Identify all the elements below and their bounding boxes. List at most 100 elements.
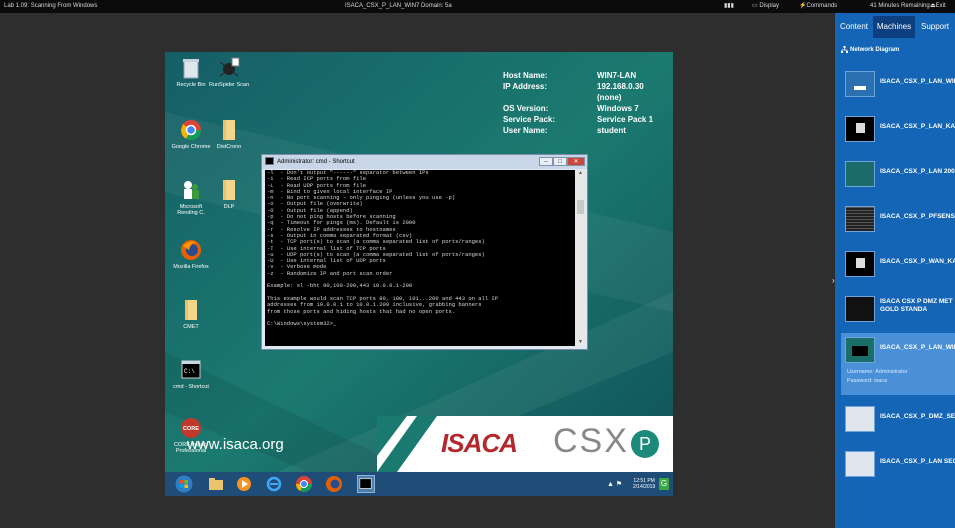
machine-item[interactable]: ISACA_CSX_P_LAN_KALI <box>841 112 955 152</box>
panel-tabs: Content Machines Support <box>835 16 955 38</box>
machine-thumbnail <box>845 406 875 432</box>
svg-text:C:\: C:\ <box>184 368 195 375</box>
machine-item-selected[interactable]: ISACA_CSX_P_LAN_WIN Username: Administra… <box>841 333 955 395</box>
network-icon <box>841 46 848 53</box>
csx-p-letter: P <box>638 434 651 454</box>
cmd-scrollbar[interactable]: ▲ ▼ <box>576 170 585 346</box>
machine-name: ISACA CSX P DMZ MET GOLD STANDA <box>880 298 953 313</box>
icon-label: Mozilla Firefox <box>173 264 209 270</box>
os-version-value: Windows 7 <box>597 104 639 113</box>
icon-label: DLP <box>223 204 235 210</box>
user-name-value: student <box>597 126 626 135</box>
machine-item[interactable]: ISACA_CSX_P_LAN 2008 <box>841 157 955 197</box>
machine-item[interactable]: ISACA_CSX_P_DMZ_SECI <box>841 402 955 442</box>
ip-none-value: (none) <box>597 93 622 102</box>
machine-item[interactable]: ISACA_CSX_P_LAN SECO <box>841 447 955 487</box>
firefox-taskbar-icon[interactable] <box>325 475 343 493</box>
blank-label <box>503 92 555 103</box>
machine-password: Password: isaca <box>847 378 888 384</box>
machine-name: ISACA_CSX_P_WAN_KAL <box>880 258 955 265</box>
exit-label: Exit <box>935 3 946 9</box>
machine-name: ISACA_CSX_P_DMZ_SECI <box>880 413 955 420</box>
session-title: ISACA_CSX_P_LAN_WIN7 Domain: 5a <box>345 3 452 9</box>
cmet-icon[interactable]: CMET <box>169 298 213 330</box>
network-diagram-link[interactable]: Network Diagram <box>841 46 899 53</box>
sysinfo-values: WIN7-LAN 192.168.0.30 (none) Windows 7 S… <box>597 70 653 136</box>
icon-label: cmd - Shortcut <box>173 384 209 390</box>
icon-label: Microsoft Rending C. <box>177 204 205 216</box>
sync-icon: G <box>659 478 669 490</box>
machine-item[interactable]: ISACA CSX P DMZ MET GOLD STANDA <box>841 292 955 332</box>
folder-icon <box>185 300 197 320</box>
network-diagram-label: Network Diagram <box>850 47 900 54</box>
session-top-bar: Lab 1.09: Scanning From Windows ISACA_CS… <box>0 0 955 13</box>
tab-machines[interactable]: Machines <box>873 16 915 38</box>
clock-date: 2/14/2019 <box>633 484 656 490</box>
machine-name: ISACA_CSX_P_LAN_KALI <box>880 123 955 130</box>
icon-label: RunSpider Scan <box>208 82 250 88</box>
close-button[interactable]: ✕ <box>567 157 585 166</box>
explorer-taskbar-icon[interactable] <box>207 475 225 493</box>
scroll-up-arrow[interactable]: ▲ <box>576 170 585 177</box>
runspider-icon[interactable]: RunSpider Scan <box>207 56 251 88</box>
machine-item[interactable]: ISACA_CSX_P_PFSENSE <box>841 202 955 242</box>
svg-text:CORE: CORE <box>183 426 199 432</box>
display-label: Display <box>759 3 780 9</box>
cmd-output[interactable]: -l - Don't output "------" separator bet… <box>265 170 575 346</box>
machine-username: Username: Administrator <box>847 369 908 375</box>
spider-icon <box>219 57 240 77</box>
vm-desktop[interactable]: Recycle Bin RunSpider Scan Google Chrome… <box>165 52 673 496</box>
icon-label: Google Chrome <box>171 144 211 150</box>
machine-thumbnail <box>845 296 875 322</box>
isaca-banner: ISACA CSX P <box>377 416 673 472</box>
ip-address-value: 192.168.0.30 <box>597 82 644 91</box>
trash-icon <box>183 59 199 79</box>
machine-thumbnail <box>845 337 875 363</box>
host-name-label: Host Name: <box>503 71 548 80</box>
user-name-label: User Name: <box>503 126 548 135</box>
folder-icon <box>223 180 235 200</box>
chrome-logo-icon <box>180 120 202 141</box>
machine-item[interactable]: ISACA_CSX_P_WAN_KAL <box>841 247 955 287</box>
taskbar: ▲ ⚑ 12:51 PM 2/14/2019 G <box>165 472 673 496</box>
chrome-logo-icon <box>296 476 312 492</box>
distcrono-icon[interactable]: DistCrono <box>207 118 251 150</box>
lab-title: Lab 1.09: Scanning From Windows <box>4 3 98 9</box>
scroll-down-arrow[interactable]: ▼ <box>576 339 585 346</box>
scroll-thumb[interactable] <box>577 200 584 214</box>
machine-thumbnail <box>845 206 875 232</box>
service-pack-label: Service Pack: <box>503 115 556 124</box>
folder-icon <box>209 478 223 490</box>
ip-address-label: IP Address: <box>503 82 548 91</box>
display-menu[interactable]: ▭ Display <box>752 0 779 13</box>
firefox-icon[interactable]: Mozilla Firefox <box>169 238 213 270</box>
tab-support[interactable]: Support <box>915 16 955 38</box>
maximize-button[interactable]: □ <box>553 157 567 166</box>
firefox-logo-icon <box>181 240 201 260</box>
tab-content[interactable]: Content <box>835 16 873 38</box>
time-remaining: 41 Minutes Remaining <box>870 3 930 9</box>
machine-item[interactable]: ISACA_CSX_P_LAN_WIN <box>841 67 955 107</box>
chrome-taskbar-icon[interactable] <box>295 475 313 493</box>
dlp-icon[interactable]: DLP <box>207 178 251 210</box>
play-icon <box>237 477 251 491</box>
ie-taskbar-icon[interactable] <box>265 475 283 493</box>
icon-label: CMET <box>183 324 199 330</box>
cmd-window[interactable]: Administrator: cmd - Shortcut – □ ✕ -l -… <box>261 154 588 350</box>
taskbar-clock[interactable]: 12:51 PM 2/14/2019 <box>633 478 655 490</box>
csx-text: CSX <box>553 422 629 460</box>
terminal-icon <box>359 478 372 489</box>
cmd-shortcut-icon[interactable]: C:\ cmd - Shortcut <box>169 358 213 390</box>
machine-name: ISACA_CSX_P_LAN_WIN <box>880 344 955 351</box>
minimize-button[interactable]: – <box>539 157 553 166</box>
commands-label: Commands <box>806 3 838 9</box>
cmd-taskbar-icon[interactable] <box>357 475 375 493</box>
start-button[interactable] <box>175 475 193 493</box>
media-player-taskbar-icon[interactable] <box>235 475 253 493</box>
commands-menu[interactable]: ⚡Commands <box>799 0 837 13</box>
exit-button[interactable]: ⏏Exit <box>930 0 946 13</box>
machine-name: ISACA_CSX_P_LAN 2008 <box>880 168 955 175</box>
machine-thumbnail <box>845 161 875 187</box>
tray-flag-icon[interactable]: ▲ ⚑ <box>607 480 622 488</box>
internet-explorer-icon <box>266 476 282 492</box>
